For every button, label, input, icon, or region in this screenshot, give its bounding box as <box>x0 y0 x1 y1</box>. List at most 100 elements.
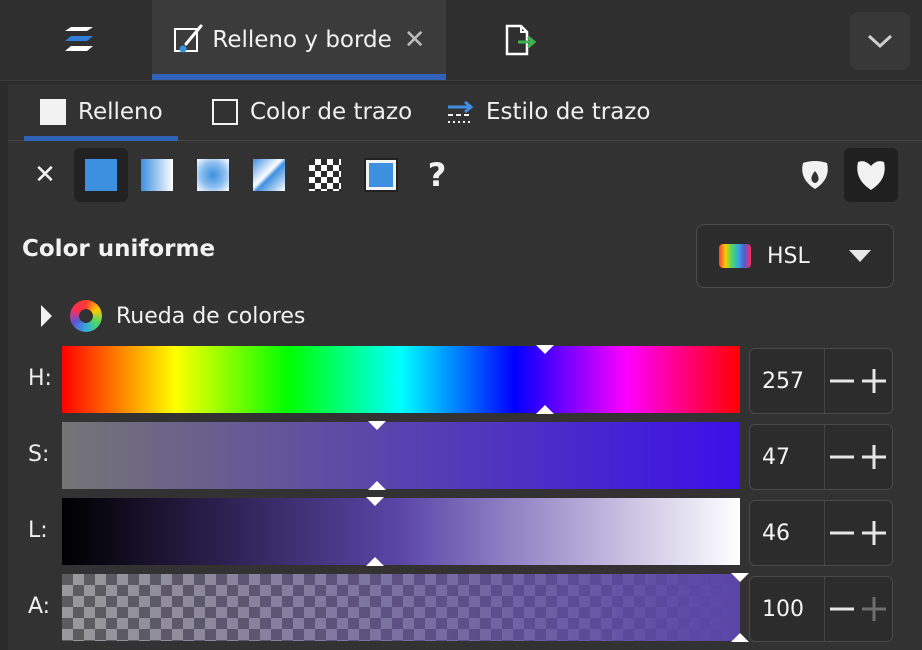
saturation-decrement-button[interactable] <box>826 425 858 489</box>
alpha-spinbox[interactable]: 100 <box>749 576 893 642</box>
color-wheel-label: Rueda de colores <box>116 303 306 329</box>
swatch-icon <box>364 158 398 192</box>
linear-gradient-icon <box>141 159 173 191</box>
close-tab-icon[interactable]: ✕ <box>404 25 426 55</box>
no-paint-button[interactable]: ✕ <box>18 148 72 202</box>
hue-increment-button[interactable] <box>858 349 890 413</box>
hue-spinbox[interactable]: 257 <box>749 348 893 414</box>
hue-value[interactable]: 257 <box>762 349 804 413</box>
export-icon <box>505 24 537 56</box>
unset-paint-button[interactable]: ? <box>410 148 464 202</box>
pattern-button[interactable] <box>298 148 352 202</box>
hue-slider-row: H: 257 <box>8 340 922 416</box>
stroke-swatch-icon <box>212 99 238 125</box>
plus-icon <box>862 445 886 469</box>
tab-fill-label: Relleno <box>78 99 163 125</box>
minus-icon <box>830 607 854 611</box>
lightness-increment-button[interactable] <box>858 501 890 565</box>
hue-marker-bottom[interactable] <box>536 405 555 414</box>
color-model-label: HSL <box>767 243 810 269</box>
tab-stroke-paint-label: Color de trazo <box>250 99 413 125</box>
paint-mode-toolbar: ✕ ? <box>8 144 922 208</box>
minus-icon <box>830 379 854 383</box>
lightness-slider-row: L: 46 <box>8 492 922 568</box>
no-paint-icon: ✕ <box>34 160 56 190</box>
saturation-slider-row: S: 47 <box>8 416 922 492</box>
fill-rule-evenodd-button[interactable] <box>788 148 842 202</box>
radial-gradient-icon <box>197 159 229 191</box>
minus-icon <box>830 531 854 535</box>
spin-divider <box>824 577 825 641</box>
lightness-marker-top[interactable] <box>366 497 385 506</box>
tab-layers[interactable] <box>8 0 150 80</box>
alpha-slider-row: A: 100 <box>8 568 922 644</box>
color-wheel-expander[interactable]: Rueda de colores <box>38 294 305 338</box>
spin-divider <box>824 425 825 489</box>
alpha-decrement-button[interactable] <box>826 577 858 641</box>
pattern-icon <box>309 159 341 191</box>
hue-marker-top[interactable] <box>536 345 555 354</box>
lightness-value[interactable]: 46 <box>762 501 790 565</box>
alpha-value[interactable]: 100 <box>762 577 804 641</box>
fill-rule-nonzero-button[interactable] <box>844 148 898 202</box>
chevron-down-icon <box>867 34 893 49</box>
linear-gradient-button[interactable] <box>130 148 184 202</box>
saturation-label: S: <box>28 441 50 467</box>
saturation-value[interactable]: 47 <box>762 425 790 489</box>
evenodd-icon <box>802 161 828 189</box>
alpha-slider[interactable] <box>62 573 749 642</box>
flat-color-icon <box>85 159 117 191</box>
nonzero-icon <box>857 161 885 190</box>
tab-stroke-style-label: Estilo de trazo <box>486 99 651 125</box>
mesh-gradient-button[interactable] <box>242 148 296 202</box>
saturation-spinbox[interactable]: 47 <box>749 424 893 490</box>
tab-fill-and-stroke[interactable]: Relleno y borde ✕ <box>152 0 446 80</box>
plus-icon <box>862 369 886 393</box>
spin-divider <box>824 501 825 565</box>
saturation-marker-top[interactable] <box>368 421 387 430</box>
tab-export[interactable] <box>448 0 590 80</box>
minus-icon <box>830 455 854 459</box>
lightness-label: L: <box>28 517 48 543</box>
tab-stroke-style[interactable]: Estilo de trazo <box>446 84 650 140</box>
tab-fill-and-stroke-label: Relleno y borde <box>212 27 392 53</box>
lightness-spinbox[interactable]: 46 <box>749 500 893 566</box>
swatch-button[interactable] <box>354 148 408 202</box>
alpha-increment-button[interactable] <box>858 577 890 641</box>
fill-swatch-icon <box>40 99 66 125</box>
alpha-label: A: <box>28 593 51 619</box>
hue-label: H: <box>28 365 52 391</box>
lightness-decrement-button[interactable] <box>826 501 858 565</box>
saturation-increment-button[interactable] <box>858 425 890 489</box>
hue-decrement-button[interactable] <box>826 349 858 413</box>
plus-icon <box>862 597 886 621</box>
sub-tab-bar: Relleno Color de trazo Estilo de trazo <box>8 84 922 141</box>
brush-icon <box>174 24 203 53</box>
saturation-slider[interactable] <box>62 421 740 490</box>
lightness-marker-bottom[interactable] <box>366 557 385 566</box>
color-wheel-icon <box>70 300 102 332</box>
stroke-style-icon <box>448 100 474 123</box>
unset-paint-icon: ? <box>427 156 447 194</box>
hue-slider[interactable] <box>62 345 740 414</box>
alpha-marker-top[interactable] <box>731 573 749 582</box>
radial-gradient-button[interactable] <box>186 148 240 202</box>
saturation-marker-bottom[interactable] <box>368 481 387 490</box>
dropdown-arrow-icon <box>849 250 871 262</box>
expand-arrow-icon <box>41 305 52 327</box>
rainbow-icon <box>719 244 751 268</box>
spin-divider <box>824 349 825 413</box>
lightness-slider[interactable] <box>62 497 740 566</box>
fill-stroke-panel: Relleno Color de trazo Estilo de trazo ✕ <box>8 84 922 650</box>
mesh-gradient-icon <box>253 159 285 191</box>
section-title: Color uniforme <box>22 236 216 262</box>
dock-menu-button[interactable] <box>850 12 910 70</box>
tab-fill[interactable]: Relleno <box>24 84 178 141</box>
color-model-dropdown[interactable]: HSL <box>696 224 894 288</box>
flat-color-button[interactable] <box>74 148 128 202</box>
dock-tab-bar: Relleno y borde ✕ <box>0 0 922 81</box>
tab-stroke-paint[interactable]: Color de trazo <box>212 84 412 140</box>
plus-icon <box>862 521 886 545</box>
alpha-marker-bottom[interactable] <box>731 633 749 642</box>
layers-icon <box>65 27 93 51</box>
